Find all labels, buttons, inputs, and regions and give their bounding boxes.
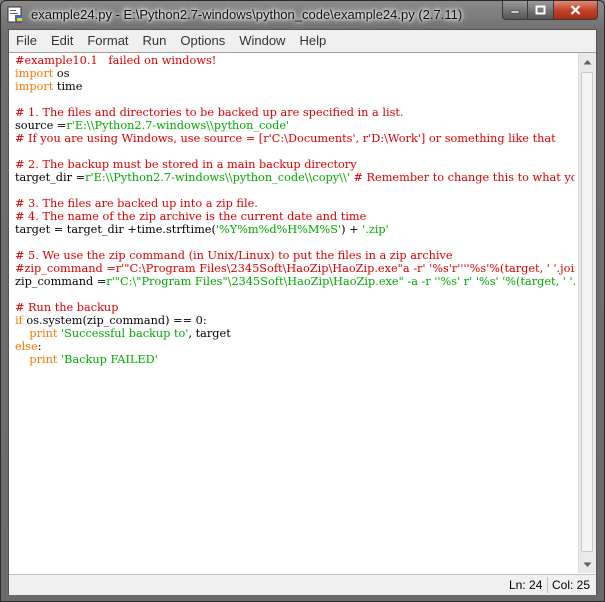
code-line: target_dir =r'E:\\Python2.7-windows\\pyt… <box>15 171 575 184</box>
code-token: '.zip' <box>362 223 389 236</box>
caption-buttons <box>502 1 598 20</box>
scroll-up-arrow-icon <box>583 59 592 64</box>
code-line: # 3. The files are backed up into a zip … <box>15 197 575 210</box>
code-token: # 5. We use the zip command (in Unix/Lin… <box>15 249 453 262</box>
code-line: # Run the backup <box>15 301 575 314</box>
vertical-scrollbar[interactable] <box>578 53 596 573</box>
idle-python-icon <box>7 6 22 23</box>
title-bar[interactable]: example24.py - E:\Python2.7-windows\pyth… <box>1 1 604 28</box>
code-token: import <box>15 80 54 93</box>
code-token: 'Backup FAILED' <box>61 353 158 366</box>
menu-options[interactable]: Options <box>173 30 232 52</box>
code-token: time <box>53 80 83 93</box>
code-token: source = <box>15 119 67 132</box>
window-title: example24.py - E:\Python2.7-windows\pyth… <box>31 7 463 22</box>
menu-file[interactable]: File <box>9 30 44 52</box>
status-bar: Ln: 24 Col: 25 <box>9 574 596 595</box>
code-line: #example10.1 failed on windows! <box>15 54 575 67</box>
code-line: print 'Backup FAILED' <box>15 353 575 366</box>
code-token: #example10.1 failed on windows! <box>15 54 217 67</box>
code-line: import os <box>15 67 575 80</box>
code-token: zip_command = <box>15 275 107 288</box>
column-indicator: Col: 25 <box>552 578 591 592</box>
code-token: ) + <box>341 223 363 236</box>
code-token: r'"C:\"Program Files"\2345Soft\HaoZip\Ha… <box>106 275 575 288</box>
code-token: #zip_command =r'"C:\Program Files\2345So… <box>15 262 575 275</box>
code-token: # 3. The files are backed up into a zip … <box>15 197 258 210</box>
window-client-area: File Edit Format Run Options Window Help… <box>8 29 597 595</box>
status-separator <box>547 577 548 593</box>
code-line: import time <box>15 80 575 93</box>
code-token: print <box>29 353 58 366</box>
code-token: os <box>53 67 70 80</box>
code-token: , target <box>188 327 231 340</box>
code-line: else: <box>15 340 575 353</box>
code-line: # 5. We use the zip command (in Unix/Lin… <box>15 249 575 262</box>
code-token: r'E:\\Python2.7-windows\\python_code' <box>66 119 290 132</box>
code-token: target_dir = <box>15 171 86 184</box>
menu-edit[interactable]: Edit <box>44 30 80 52</box>
code-line: zip_command =r'"C:\"Program Files"\2345S… <box>15 275 575 288</box>
code-token: # 1. The files and directories to be bac… <box>15 106 404 119</box>
minimize-button[interactable] <box>502 1 528 20</box>
menu-help[interactable]: Help <box>292 30 333 52</box>
code-line: if os.system(zip_command) == 0: <box>15 314 575 327</box>
code-token: 'Successful backup to' <box>61 327 189 340</box>
editor-pane: #example10.1 failed on windows! import os… <box>9 52 596 574</box>
scrollbar-thumb[interactable] <box>581 72 593 552</box>
code-token: # 4. The name of the zip archive is the … <box>15 210 367 223</box>
code-line: # 4. The name of the zip archive is the … <box>15 210 575 223</box>
code-token: # If you are using Windows, use source =… <box>15 132 556 145</box>
code-token: '%Y%m%d%H%M%S' <box>215 223 342 236</box>
code-token: : <box>37 340 42 353</box>
code-token: # Remember to change this to what you wi… <box>353 171 575 184</box>
code-token: # 2. The backup must be stored in a main… <box>15 158 357 171</box>
code-token: os.system(zip_command) == 0: <box>22 314 207 327</box>
code-token: import <box>15 67 54 80</box>
code-line: source =r'E:\\Python2.7-windows\\python_… <box>15 119 575 132</box>
menu-run[interactable]: Run <box>136 30 174 52</box>
code-token: r'E:\\Python2.7-windows\\python_code\\co… <box>85 171 350 184</box>
code-line: target = target_dir +time.strftime('%Y%m… <box>15 223 575 236</box>
scroll-down-arrow-icon <box>583 562 592 567</box>
code-line: # 1. The files and directories to be bac… <box>15 106 575 119</box>
menu-format[interactable]: Format <box>80 30 135 52</box>
code-token: target = target_dir +time.strftime( <box>15 223 216 236</box>
scroll-down-button[interactable] <box>579 556 596 573</box>
menu-bar: File Edit Format Run Options Window Help <box>9 30 596 52</box>
maximize-button[interactable] <box>528 1 554 20</box>
line-indicator: Ln: 24 <box>509 578 543 592</box>
close-icon <box>570 5 581 15</box>
menu-window[interactable]: Window <box>232 30 292 52</box>
code-line: # 2. The backup must be stored in a main… <box>15 158 575 171</box>
minimize-icon <box>510 10 520 14</box>
close-button[interactable] <box>554 1 598 20</box>
code-token: else <box>15 340 38 353</box>
code-token: if <box>15 314 23 327</box>
code-token: print <box>29 327 58 340</box>
code-editor[interactable]: #example10.1 failed on windows! import os… <box>15 54 575 570</box>
code-line: # If you are using Windows, use source =… <box>15 132 575 145</box>
idle-window: example24.py - E:\Python2.7-windows\pyth… <box>0 0 605 602</box>
code-line: print 'Successful backup to', target <box>15 327 575 340</box>
scroll-up-button[interactable] <box>579 53 596 70</box>
maximize-icon <box>535 5 546 15</box>
code-line: #zip_command =r'"C:\Program Files\2345So… <box>15 262 575 275</box>
code-token: # Run the backup <box>15 301 119 314</box>
